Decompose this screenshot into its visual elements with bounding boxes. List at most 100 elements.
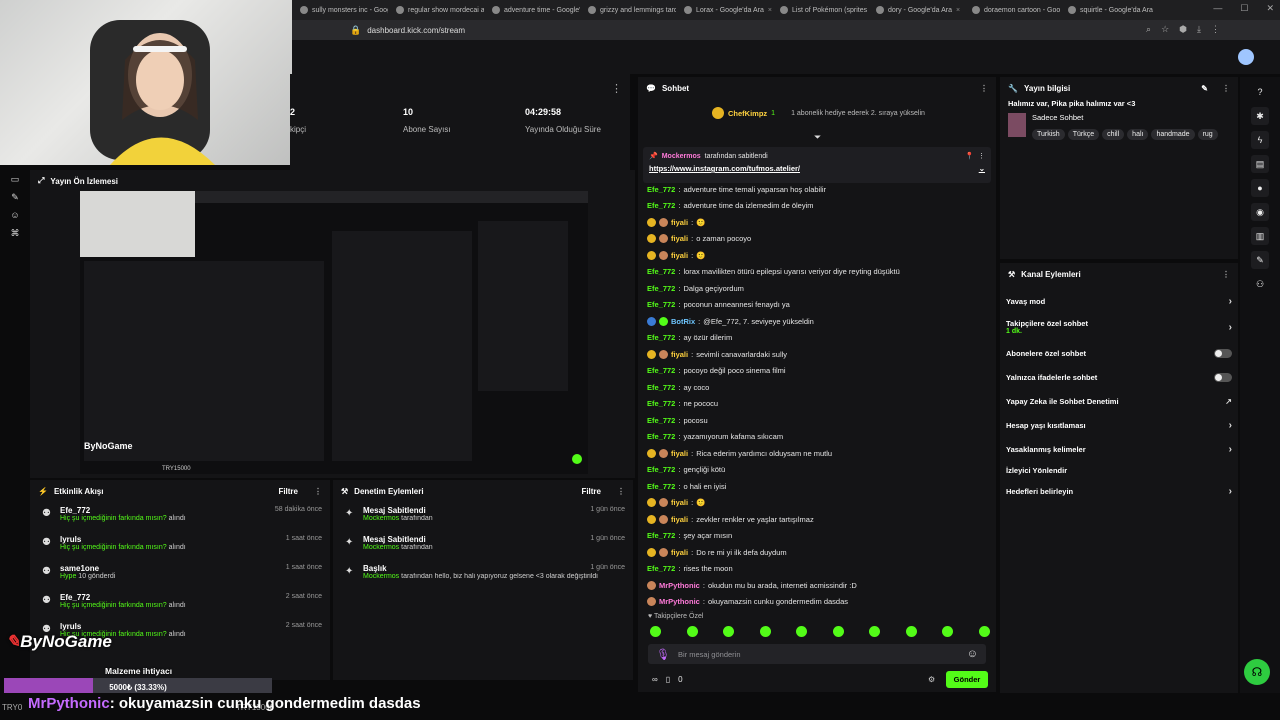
preview-video[interactable]: ByNoGame TRY15000 — [80, 191, 588, 474]
ai-moderation-row[interactable]: Yapay Zeka ile Sohbet Denetimi ↗ — [1000, 389, 1238, 413]
emote-icon[interactable] — [723, 626, 735, 637]
emote-icon[interactable] — [869, 626, 881, 637]
stream-tag[interactable]: handmade — [1151, 129, 1195, 140]
wrench-icon[interactable]: ✎ — [10, 192, 20, 202]
clipboard-icon[interactable]: ▤ — [1251, 155, 1269, 173]
chat-username[interactable]: fiyali — [671, 498, 688, 507]
collapse-icon[interactable]: ⏷ — [814, 132, 821, 143]
browser-tab[interactable]: List of Pokémon (sprites ga× — [776, 2, 868, 18]
chat-username[interactable]: Efe_772 — [647, 399, 675, 408]
message-icon[interactable]: ● — [1251, 179, 1269, 197]
activity-menu-icon[interactable]: ⋮ — [314, 487, 322, 496]
stream-tag[interactable]: chill — [1102, 129, 1125, 140]
chat-username[interactable]: fiyali — [671, 234, 688, 243]
address-bar[interactable]: 🔒 dashboard.kick.com/stream — [290, 20, 1280, 40]
chat-username[interactable]: fiyali — [671, 449, 688, 458]
chat-username[interactable]: fiyali — [671, 350, 688, 359]
send-button[interactable]: Gönder — [946, 671, 988, 688]
chat-menu-icon[interactable]: ⋮ — [980, 84, 988, 93]
pinned-menu-icon[interactable]: ⋮ — [978, 152, 985, 160]
chat-username[interactable]: Efe_772 — [647, 416, 675, 425]
emote-icon[interactable] — [832, 626, 844, 637]
banned-words-row[interactable]: Yasaklanmış kelimeler › — [1000, 437, 1238, 461]
close-tab-icon[interactable]: × — [768, 7, 772, 14]
chat-username[interactable]: Efe_772 — [647, 564, 675, 573]
chat-username[interactable]: fiyali — [671, 515, 688, 524]
users-icon[interactable]: ☺ — [10, 210, 20, 220]
browser-tab[interactable]: regular show mordecai and× — [392, 2, 484, 18]
bug-icon[interactable]: ✱ — [1251, 107, 1269, 125]
mic-icon[interactable]: 🎙 — [656, 648, 670, 661]
slow-mode-row[interactable]: Yavaş mod › — [1000, 289, 1238, 313]
host-row[interactable]: İzleyici Yönlendir — [1000, 461, 1238, 479]
browser-tab[interactable]: squirtle - Google'da Ara× — [1064, 2, 1156, 18]
help-circle-icon[interactable]: ? — [1251, 83, 1269, 101]
browser-tab[interactable]: doraemon cartoon - Google× — [968, 2, 1060, 18]
chat-username[interactable]: Efe_772 — [647, 482, 675, 491]
moderation-menu-icon[interactable]: ⋮ — [617, 487, 625, 496]
chat-username[interactable]: fiyali — [671, 218, 688, 227]
edit-icon[interactable]: ✎ — [1201, 84, 1208, 93]
emote-icon[interactable] — [796, 626, 808, 637]
activity-filter-button[interactable]: Filtre — [278, 487, 298, 496]
emote-icon[interactable] — [759, 626, 771, 637]
trash-icon[interactable]: ▥ — [1251, 227, 1269, 245]
chat-username[interactable]: Efe_772 — [647, 185, 675, 194]
browser-tab[interactable]: Lorax - Google'da Ara × — [680, 2, 772, 18]
browser-tab[interactable]: sully monsters inc - Goog× — [296, 2, 388, 18]
close-tab-icon[interactable]: × — [956, 7, 960, 14]
chat-username[interactable]: Efe_772 — [647, 432, 675, 441]
stats-menu-icon[interactable]: ⋮ — [611, 82, 622, 95]
network-icon[interactable]: ⌘ — [10, 228, 20, 238]
chat-username[interactable]: MrPythonic — [659, 597, 700, 606]
star-icon[interactable]: ☆ — [1161, 24, 1169, 35]
infinity-icon[interactable]: ∞ — [652, 675, 658, 684]
subs-chat-toggle[interactable] — [1214, 348, 1232, 358]
browser-tab[interactable]: adventure time - Google'da× — [488, 2, 580, 18]
channelactions-menu-icon[interactable]: ⋮ — [1222, 270, 1230, 279]
stream-tag[interactable]: rug — [1197, 129, 1218, 140]
preview-help-icon[interactable] — [572, 454, 582, 464]
emote-icon[interactable] — [650, 626, 661, 637]
goals-row[interactable]: Hedefleri belirleyin › — [1000, 479, 1238, 503]
stream-tag[interactable]: Turkish — [1032, 129, 1065, 140]
chat-username[interactable]: Efe_772 — [647, 267, 675, 276]
chat-username[interactable]: fiyali — [671, 548, 688, 557]
emote-icon[interactable] — [905, 626, 917, 637]
tools-icon[interactable]: ✎ — [1251, 251, 1269, 269]
url-text[interactable]: dashboard.kick.com/stream — [367, 26, 465, 35]
download-icon[interactable]: ⤓ — [1197, 24, 1201, 35]
chat-username[interactable]: Efe_772 — [647, 284, 675, 293]
users-icon[interactable]: ⚇ — [1251, 275, 1269, 293]
minimize-icon[interactable]: — — [1213, 3, 1222, 14]
browser-tab[interactable]: grizzy and lemmings tarde× — [584, 2, 676, 18]
chat-username[interactable]: Efe_772 — [647, 201, 675, 210]
emote-icon[interactable] — [942, 626, 954, 637]
maximize-icon[interactable]: ☐ — [1240, 3, 1248, 14]
broadcast-icon[interactable]: ◉ — [1251, 203, 1269, 221]
chat-username[interactable]: Efe_772 — [647, 300, 675, 309]
streaminfo-menu-icon[interactable]: ⋮ — [1222, 84, 1230, 93]
moderation-filter-button[interactable]: Filtre — [581, 487, 601, 496]
extension-icon[interactable]: ⬢ — [1179, 24, 1187, 35]
expand-icon[interactable]: ⤢ — [38, 176, 44, 186]
unpin-icon[interactable]: 📍 — [965, 152, 974, 160]
chat-username[interactable]: Efe_772 — [647, 333, 675, 342]
chat-username[interactable]: Efe_772 — [647, 465, 675, 474]
chat-username[interactable]: Efe_772 — [647, 531, 675, 540]
account-age-row[interactable]: Hesap yaşı kısıtlaması › — [1000, 413, 1238, 437]
chat-input[interactable]: 🎙 Bir mesaj gönderin ☺ — [648, 644, 986, 664]
menu-icon[interactable]: ⋮ — [1211, 24, 1220, 35]
lightning-icon[interactable]: ϟ — [1251, 131, 1269, 149]
emoji-icon[interactable]: ☺ — [967, 648, 978, 660]
chat-username[interactable]: MrPythonic — [659, 581, 700, 590]
close-icon[interactable]: ✕ — [1266, 3, 1274, 14]
emote-icon[interactable] — [686, 626, 698, 637]
chat-username[interactable]: BotRix — [671, 317, 695, 326]
followers-chat-row[interactable]: Takipçilere özel sohbet 1 dk. › — [1000, 313, 1238, 341]
browser-tab[interactable]: dory - Google'da Ara × — [872, 2, 964, 18]
stream-tag[interactable]: halı — [1127, 129, 1149, 140]
pinned-link[interactable]: https://www.instagram.com/tufmos.atelier… — [649, 164, 800, 173]
settings-icon[interactable]: ⚙ — [928, 675, 935, 684]
chat-username[interactable]: Efe_772 — [647, 366, 675, 375]
